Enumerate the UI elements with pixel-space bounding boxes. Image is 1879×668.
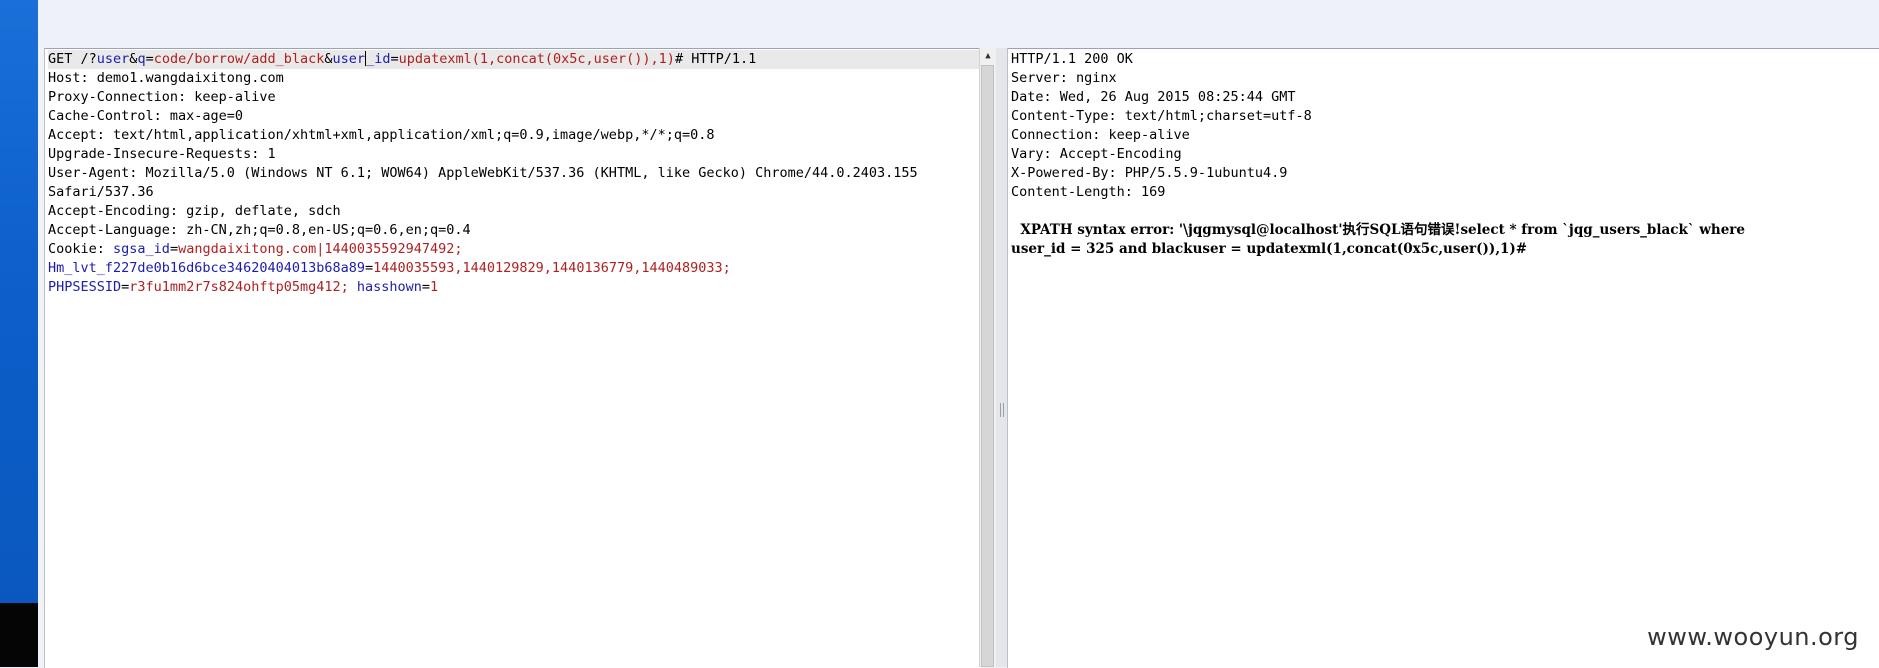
response-header-line: Server: nginx — [1011, 70, 1117, 86]
scroll-up-arrow-icon[interactable]: ▲ — [980, 48, 996, 64]
response-header-line: Connection: keep-alive — [1011, 127, 1190, 143]
response-body-error: user_id = 325 and blackuser = updatexml(… — [1011, 241, 1528, 257]
response-header-line: Content-Length: 169 — [1011, 184, 1166, 200]
response-body-error: XPATH syntax error: '\jqgmysql@localhost… — [1011, 222, 1745, 238]
pane-splitter[interactable] — [996, 48, 1007, 667]
response-header-line: Vary: Accept-Encoding — [1011, 146, 1182, 162]
request-header-line: Safari/537.36 — [48, 184, 154, 200]
request-text[interactable]: GET /?user&q=code/borrow/add_black&user_… — [48, 50, 980, 297]
request-header-line: Accept-Language: zh-CN,zh;q=0.8,en-US;q=… — [48, 222, 471, 238]
toolbar-area — [38, 0, 1879, 47]
taskbar-corner — [0, 603, 38, 667]
response-header-line: X-Powered-By: PHP/5.5.9-1ubuntu4.9 — [1011, 165, 1288, 181]
request-line[interactable]: GET /?user&q=code/borrow/add_black&user_… — [48, 50, 980, 69]
response-header-line: HTTP/1.1 200 OK — [1011, 51, 1133, 67]
splitter-grip-icon — [1000, 403, 1004, 417]
desktop-taskbar-edge — [0, 0, 38, 667]
request-header-line: Accept: text/html,application/xhtml+xml,… — [48, 127, 715, 143]
request-header-line: Host: demo1.wangdaixitong.com — [48, 70, 284, 86]
cookie-line: PHPSESSID=r3fu1mm2r7s824ohftp05mg412; ha… — [48, 279, 439, 295]
request-header-line: Accept-Encoding: gzip, deflate, sdch — [48, 203, 341, 219]
request-header-line: Upgrade-Insecure-Requests: 1 — [48, 146, 276, 162]
response-header-line: Content-Type: text/html;charset=utf-8 — [1011, 108, 1312, 124]
cookie-line: Cookie: sgsa_id=wangdaixitong.com|144003… — [48, 241, 463, 257]
response-header-line: Date: Wed, 26 Aug 2015 08:25:44 GMT — [1011, 89, 1296, 105]
request-editor[interactable]: GET /?user&q=code/borrow/add_black&user_… — [44, 48, 980, 668]
request-header-line: Proxy-Connection: keep-alive — [48, 89, 276, 105]
response-text[interactable]: HTTP/1.1 200 OK Server: nginx Date: Wed,… — [1011, 50, 1879, 259]
response-viewer[interactable]: HTTP/1.1 200 OK Server: nginx Date: Wed,… — [1007, 48, 1879, 668]
cookie-line: Hm_lvt_f227de0b16d6bce34620404013b68a89=… — [48, 260, 731, 276]
watermark: www.wooyun.org — [1647, 623, 1859, 651]
scroll-thumb[interactable] — [981, 65, 994, 667]
request-header-line: User-Agent: Mozilla/5.0 (Windows NT 6.1;… — [48, 165, 918, 181]
request-header-line: Cache-Control: max-age=0 — [48, 108, 244, 124]
request-scrollbar[interactable]: ▲ — [979, 48, 996, 667]
